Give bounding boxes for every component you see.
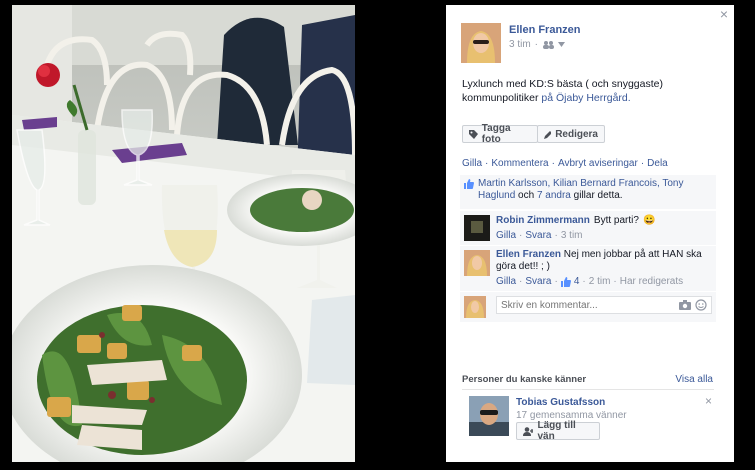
sep: · <box>554 276 558 287</box>
comment-time[interactable]: 2 tim <box>589 276 611 287</box>
dismiss-suggestion-icon[interactable]: × <box>705 394 712 408</box>
tag-photo-label: Tagga foto <box>481 123 511 145</box>
comment-composer <box>460 292 716 322</box>
comment-body: Robin Zimmermann Bytt parti? 😀 <box>496 215 655 226</box>
sep: · <box>554 230 558 241</box>
sep: · <box>485 158 489 169</box>
comment-item: Robin Zimmermann Bytt parti? 😀 Gilla · S… <box>460 211 716 245</box>
comment-body: Ellen Franzen Nej men jobbar på att HAN … <box>496 249 714 273</box>
chevron-down-icon[interactable] <box>558 42 566 47</box>
post-meta: 3 tim · <box>509 39 566 50</box>
tag-photo-button[interactable]: Tagga foto <box>462 123 538 145</box>
close-icon[interactable]: × <box>720 6 728 22</box>
action-row: Gilla · Kommentera · Avbryt aviseringar … <box>462 158 668 169</box>
comment-like-link[interactable]: Gilla <box>496 276 516 287</box>
post-time[interactable]: 3 tim <box>509 39 531 50</box>
user-avatar <box>464 296 486 318</box>
sep: · <box>551 158 555 169</box>
add-friend-icon <box>523 426 534 436</box>
commenter-avatar[interactable] <box>464 215 490 241</box>
like-link[interactable]: Gilla <box>462 158 482 169</box>
author-avatar[interactable] <box>461 23 501 63</box>
comment-actions: Gilla · Svara · 3 tim <box>496 230 583 241</box>
suggestions-title: Personer du kanske känner <box>462 374 587 385</box>
sep: · <box>582 276 586 287</box>
tag-icon <box>469 129 478 139</box>
likes-text: Martin Karlsson, Kilian Bernard Francois… <box>478 178 710 202</box>
likes-others-link[interactable]: 7 andra <box>537 190 571 201</box>
likes-suffix: gillar detta. <box>573 190 623 201</box>
comment-reply-link[interactable]: Svara <box>525 276 551 287</box>
comment-item: Ellen Franzen Nej men jobbar på att HAN … <box>460 246 716 291</box>
edit-label: Redigera <box>555 128 598 140</box>
sep: · <box>534 39 539 50</box>
sep: · <box>613 276 617 287</box>
author-name[interactable]: Ellen Franzen <box>509 24 581 36</box>
thumbs-up-icon <box>560 276 571 287</box>
likes-summary: Martin Karlsson, Kilian Bernard Francois… <box>460 175 716 209</box>
comment-author[interactable]: Ellen Franzen <box>496 249 561 260</box>
see-all-link[interactable]: Visa alla <box>675 374 713 385</box>
comment-link[interactable]: Kommentera <box>491 158 548 169</box>
friends-icon[interactable] <box>542 40 555 49</box>
pencil-icon <box>544 130 552 139</box>
post-photo[interactable] <box>12 5 355 462</box>
comment-text: Bytt parti? <box>593 215 639 226</box>
edit-button[interactable]: Redigera <box>537 125 605 143</box>
share-link[interactable]: Dela <box>647 158 668 169</box>
likes-and: och <box>518 190 535 201</box>
sep: · <box>519 230 523 241</box>
post-text: Lyxlunch med KD:S bästa ( och snyggaste)… <box>462 77 702 105</box>
comment-author[interactable]: Robin Zimmermann <box>496 215 590 226</box>
divider <box>462 389 714 390</box>
add-friend-button[interactable]: Lägg till vän <box>516 420 600 442</box>
unfollow-link[interactable]: Avbryt aviseringar <box>558 158 638 169</box>
camera-icon[interactable] <box>679 300 691 310</box>
comment-like-link[interactable]: Gilla <box>496 230 516 241</box>
sep: · <box>519 276 523 287</box>
lunch-photo-image <box>12 5 355 462</box>
commenter-avatar[interactable] <box>464 250 490 276</box>
add-friend-label: Lägg till vän <box>537 420 576 442</box>
emoji-icon[interactable] <box>695 299 707 311</box>
comment-time[interactable]: 3 tim <box>561 230 583 241</box>
location-link[interactable]: Öjaby Herrgård. <box>556 92 631 104</box>
comment-reply-link[interactable]: Svara <box>525 230 551 241</box>
smile-emoji-icon: 😀 <box>642 215 656 226</box>
thumbs-up-icon <box>464 179 474 189</box>
sep: · <box>640 158 645 169</box>
post-panel: × Ellen Franzen 3 tim · Lyxlunch med KD:… <box>446 5 734 462</box>
comment-actions: Gilla · Svara · 4 · 2 tim · Har redigera… <box>496 276 683 287</box>
comment-like-count[interactable]: 4 <box>574 276 580 287</box>
suggested-person-avatar[interactable] <box>469 396 509 436</box>
location-prefix: på <box>541 92 554 104</box>
comment-input-box[interactable] <box>496 296 712 314</box>
suggested-person-name[interactable]: Tobias Gustafsson <box>516 397 605 408</box>
comment-edited-link[interactable]: Har redigerats <box>620 276 683 287</box>
comment-input[interactable] <box>501 297 661 313</box>
